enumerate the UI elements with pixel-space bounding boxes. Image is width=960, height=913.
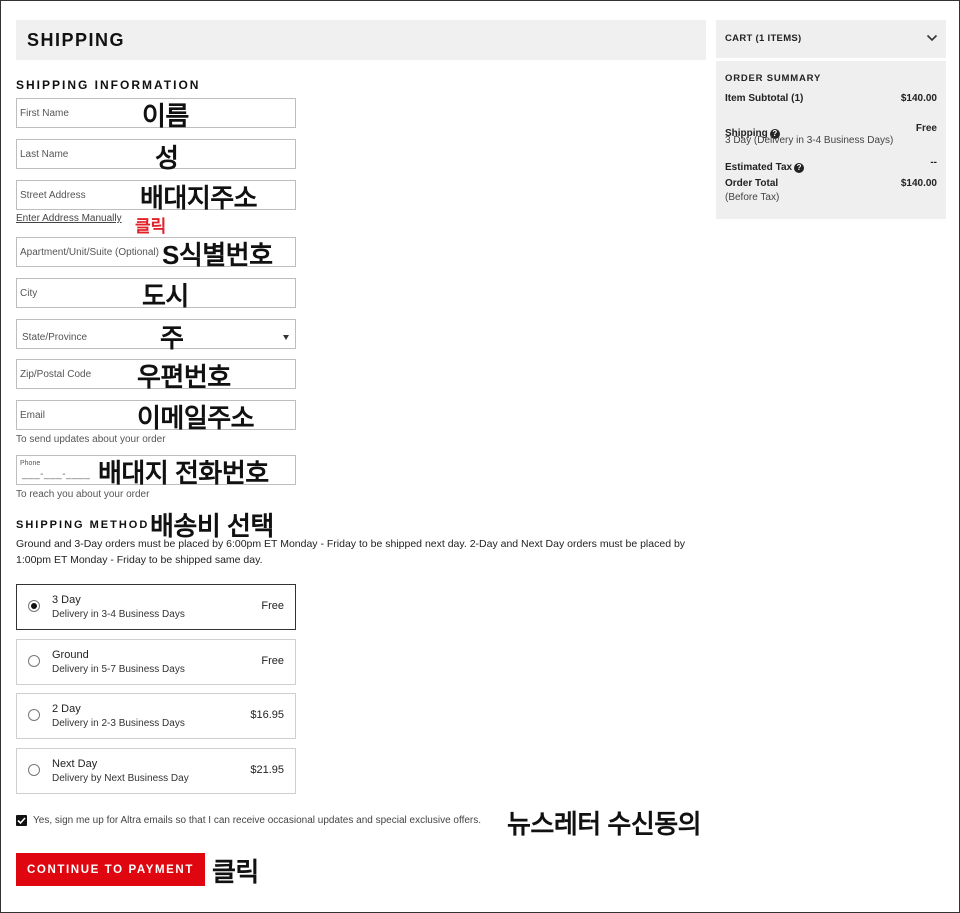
option-name: Ground — [52, 649, 89, 661]
item-subtotal-label: Item Subtotal (1) — [725, 93, 804, 104]
option-price: Free — [261, 655, 284, 667]
shipping-subtext: 3 Day (Delivery in 3-4 Business Days) — [725, 135, 894, 146]
annotation-apartment: S식별번호 — [162, 240, 273, 270]
annotation-state: 주 — [160, 323, 184, 353]
option-description: Delivery in 2-3 Business Days — [52, 718, 185, 729]
shipping-option-3-day[interactable]: 3 Day Delivery in 3-4 Business Days Free — [16, 584, 296, 630]
email-signup-label: Yes, sign me up for Altra emails so that… — [33, 815, 482, 826]
radio-button[interactable] — [28, 709, 40, 721]
annotation-street: 배대지주소 — [140, 183, 258, 213]
street-address-label: Street Address — [20, 190, 86, 201]
email-label: Email — [20, 410, 46, 421]
option-price: Free — [261, 600, 284, 612]
option-description: Delivery in 5-7 Business Days — [52, 664, 185, 675]
first-name-label: First Name — [20, 108, 69, 119]
annotation-newsletter: 뉴스레터 수신동의 — [507, 809, 702, 839]
option-name: 3 Day — [52, 594, 81, 606]
annotation-last-name: 성 — [155, 143, 179, 173]
check-icon — [17, 817, 26, 825]
estimated-tax-label: Estimated Tax — [725, 162, 793, 173]
zip-label: Zip/Postal Code — [20, 369, 92, 380]
email-signup-checkbox[interactable] — [16, 815, 27, 826]
continue-to-payment-button[interactable]: CONTINUE TO PAYMENT — [16, 853, 205, 886]
help-icon[interactable]: ? — [794, 163, 805, 173]
annotation-zip: 우편번호 — [137, 362, 231, 392]
phone-mask: ___-___-____ — [22, 469, 91, 480]
city-label: City — [20, 288, 38, 299]
phone-label: Phone — [20, 460, 41, 467]
page-title: SHIPPING — [27, 30, 126, 50]
shipping-option-2-day[interactable]: 2 Day Delivery in 2-3 Business Days $16.… — [16, 693, 296, 739]
radio-button-selected[interactable] — [28, 600, 40, 612]
annotation-phone: 배대지 전화번호 — [98, 458, 269, 488]
chevron-down-icon[interactable] — [926, 34, 938, 42]
radio-button[interactable] — [28, 764, 40, 776]
chevron-down-icon — [283, 335, 289, 340]
state-label: State/Province — [22, 332, 88, 343]
shipping-option-next-day[interactable]: Next Day Delivery by Next Business Day $… — [16, 748, 296, 794]
estimated-tax-value: -- — [930, 157, 937, 168]
annotation-first-name: 이름 — [142, 101, 189, 131]
option-price: $21.95 — [250, 764, 284, 776]
annotation-continue-click: 클릭 — [212, 857, 259, 887]
order-total-label: Order Total — [725, 178, 779, 189]
cart-title: CART (1 ITEMS) — [725, 33, 802, 44]
option-description: Delivery in 3-4 Business Days — [52, 609, 185, 620]
option-name: Next Day — [52, 758, 98, 770]
order-total-value: $140.00 — [900, 178, 937, 189]
tax-row: Estimated Tax? — [725, 157, 805, 175]
apartment-label: Apartment/Unit/Suite (Optional) — [20, 247, 159, 258]
order-total-subtext: (Before Tax) — [725, 192, 780, 203]
option-description: Delivery by Next Business Day — [52, 773, 189, 784]
shipping-value: Free — [915, 123, 937, 134]
item-subtotal-value: $140.00 — [900, 93, 937, 104]
annotation-city: 도시 — [142, 281, 189, 311]
shipping-method-note: Ground and 3-Day orders must be placed b… — [16, 538, 686, 566]
shipping-option-ground[interactable]: Ground Delivery in 5-7 Business Days Fre… — [16, 639, 296, 685]
shipping-information-title: SHIPPING INFORMATION — [16, 78, 201, 92]
last-name-label: Last Name — [20, 149, 69, 160]
order-summary-title: ORDER SUMMARY — [725, 73, 822, 84]
option-name: 2 Day — [52, 703, 81, 715]
radio-button[interactable] — [28, 655, 40, 667]
shipping-method-title: SHIPPING METHOD — [16, 519, 150, 531]
phone-helper-text: To reach you about your order — [16, 489, 150, 500]
annotation-email: 이메일주소 — [137, 403, 255, 433]
email-helper-text: To send updates about your order — [16, 434, 166, 445]
enter-address-manually-link[interactable]: Enter Address Manually — [16, 213, 122, 224]
annotation-manual-click: 클릭 — [135, 217, 167, 236]
state-select[interactable]: State/Province — [16, 319, 296, 349]
option-price: $16.95 — [250, 709, 284, 721]
